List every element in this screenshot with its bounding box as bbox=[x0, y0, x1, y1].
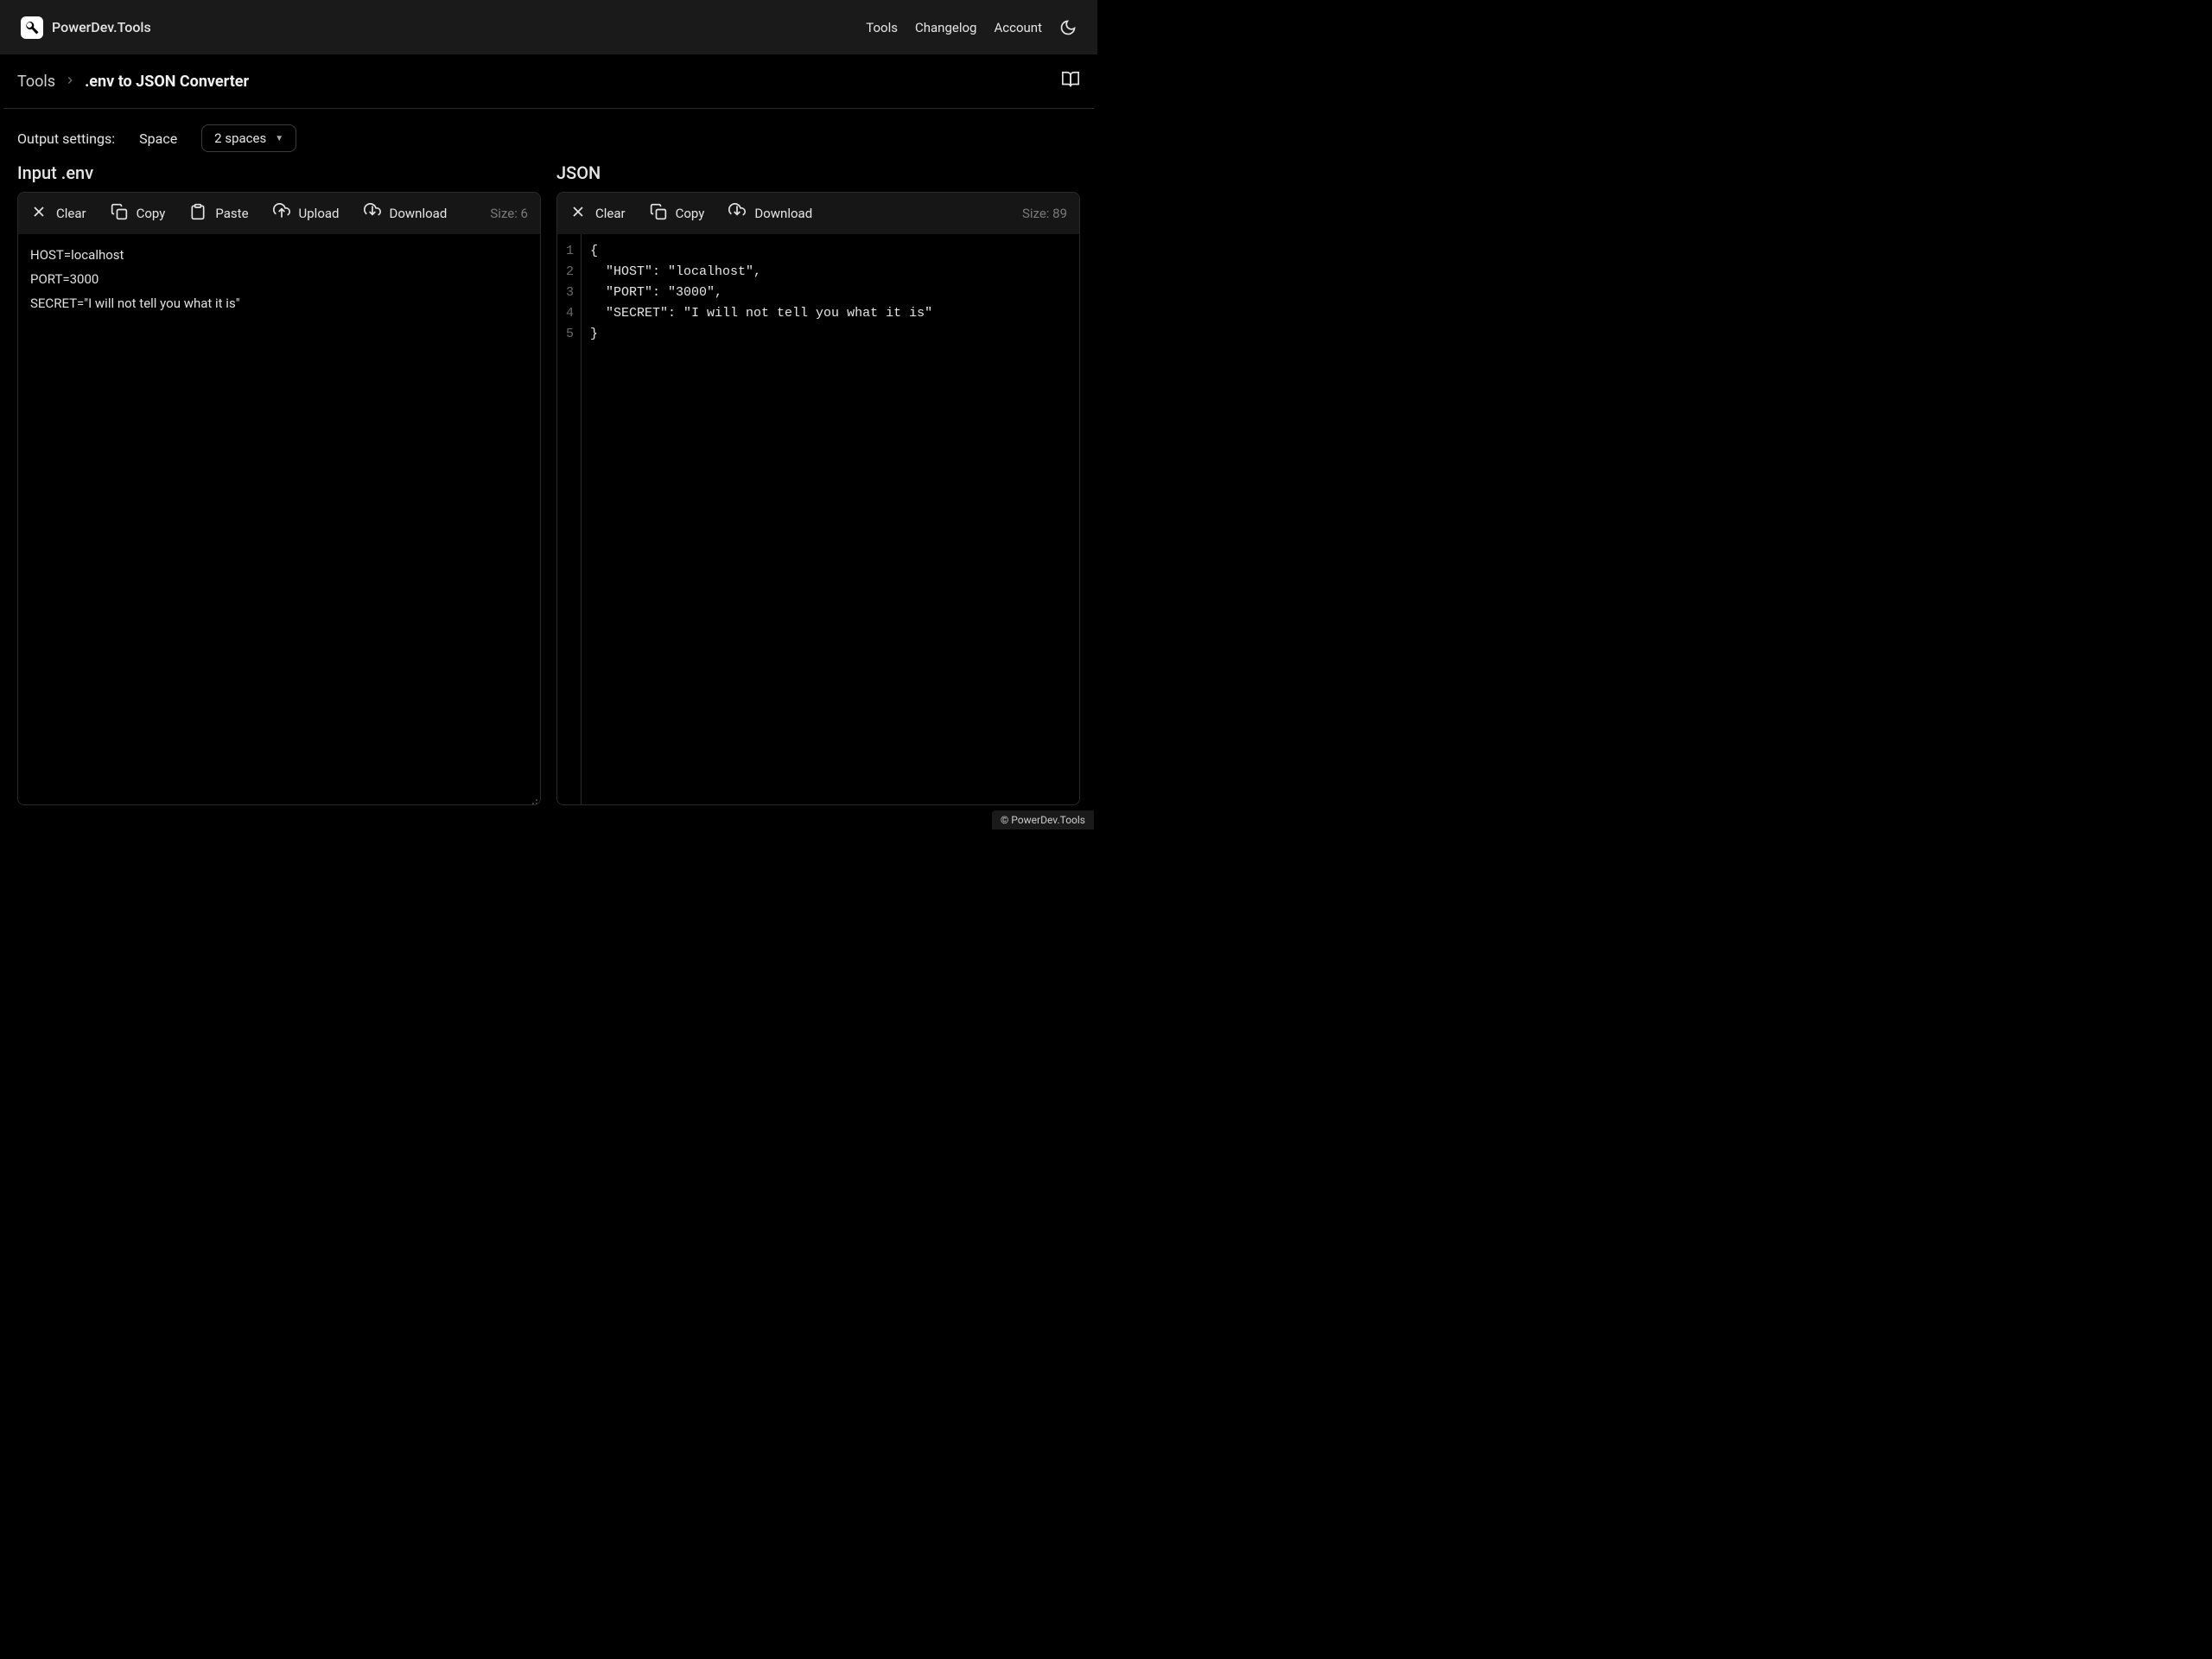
space-dropdown-value: 2 spaces bbox=[214, 130, 266, 146]
output-size: Size: 89 bbox=[1022, 206, 1067, 221]
brand-text: PowerDev.Tools bbox=[52, 19, 151, 35]
json-view[interactable]: 12345 { "HOST": "localhost", "PORT": "30… bbox=[557, 234, 1079, 804]
input-title: Input .env bbox=[17, 162, 541, 183]
settings-row: Output settings: Space 2 spaces ▼ bbox=[3, 109, 1094, 162]
download-icon bbox=[364, 203, 381, 224]
page-header: Tools .env to JSON Converter bbox=[3, 54, 1094, 109]
wrench-icon bbox=[21, 16, 43, 39]
clear-label: Clear bbox=[56, 206, 86, 221]
footer: © PowerDev.Tools bbox=[992, 810, 1094, 830]
copy-label: Copy bbox=[137, 206, 166, 221]
output-box: Clear Copy Download Size: 89 12345 bbox=[556, 192, 1080, 805]
nav: Tools Changelog Account bbox=[866, 19, 1077, 36]
paste-label: Paste bbox=[215, 206, 248, 221]
panels: Input .env Clear Copy Paste bbox=[3, 162, 1094, 805]
nav-changelog[interactable]: Changelog bbox=[915, 20, 976, 35]
x-icon bbox=[569, 203, 587, 224]
topbar: PowerDev.Tools Tools Changelog Account bbox=[0, 0, 1097, 54]
output-editor: 12345 { "HOST": "localhost", "PORT": "30… bbox=[557, 234, 1079, 804]
copy-button[interactable]: Copy bbox=[111, 203, 166, 224]
nav-tools[interactable]: Tools bbox=[866, 20, 898, 35]
breadcrumb-root[interactable]: Tools bbox=[17, 73, 55, 91]
breadcrumb: Tools .env to JSON Converter bbox=[17, 73, 249, 91]
download-label: Download bbox=[754, 206, 812, 221]
env-textarea[interactable] bbox=[18, 234, 540, 804]
copy-button[interactable]: Copy bbox=[650, 203, 705, 224]
caret-down-icon: ▼ bbox=[275, 134, 283, 143]
brand[interactable]: PowerDev.Tools bbox=[21, 16, 151, 39]
clear-button[interactable]: Clear bbox=[569, 203, 626, 224]
download-button[interactable]: Download bbox=[364, 203, 448, 224]
copy-label: Copy bbox=[676, 206, 705, 221]
upload-icon bbox=[273, 203, 290, 224]
download-label: Download bbox=[390, 206, 448, 221]
input-panel: Input .env Clear Copy Paste bbox=[17, 162, 541, 805]
output-panel: JSON Clear Copy Download Size: 89 bbox=[556, 162, 1080, 805]
moon-icon[interactable] bbox=[1059, 19, 1077, 36]
input-box: Clear Copy Paste Upload bbox=[17, 192, 541, 805]
upload-button[interactable]: Upload bbox=[273, 203, 340, 224]
output-toolbar: Clear Copy Download Size: 89 bbox=[557, 193, 1079, 234]
clear-label: Clear bbox=[595, 206, 626, 221]
paste-button[interactable]: Paste bbox=[189, 203, 248, 224]
space-dropdown[interactable]: 2 spaces ▼ bbox=[201, 124, 296, 152]
space-label: Space bbox=[139, 130, 177, 147]
paste-icon bbox=[189, 203, 207, 224]
book-icon[interactable] bbox=[1061, 70, 1080, 92]
upload-label: Upload bbox=[299, 206, 340, 221]
breadcrumb-current: .env to JSON Converter bbox=[85, 73, 249, 91]
output-settings-label: Output settings: bbox=[17, 130, 115, 147]
chevron-right-icon bbox=[64, 73, 76, 91]
download-icon bbox=[728, 203, 746, 224]
nav-account[interactable]: Account bbox=[994, 20, 1042, 35]
copy-icon bbox=[111, 203, 128, 224]
clear-button[interactable]: Clear bbox=[30, 203, 86, 224]
x-icon bbox=[30, 203, 48, 224]
line-gutter: 12345 bbox=[557, 234, 582, 804]
download-button[interactable]: Download bbox=[728, 203, 812, 224]
input-editor bbox=[18, 234, 540, 804]
output-title: JSON bbox=[556, 162, 1080, 183]
copy-icon bbox=[650, 203, 667, 224]
json-code: { "HOST": "localhost", "PORT": "3000", "… bbox=[582, 234, 941, 804]
input-size: Size: 6 bbox=[490, 206, 528, 221]
content: Tools .env to JSON Converter Output sett… bbox=[3, 54, 1094, 830]
input-toolbar: Clear Copy Paste Upload bbox=[18, 193, 540, 234]
